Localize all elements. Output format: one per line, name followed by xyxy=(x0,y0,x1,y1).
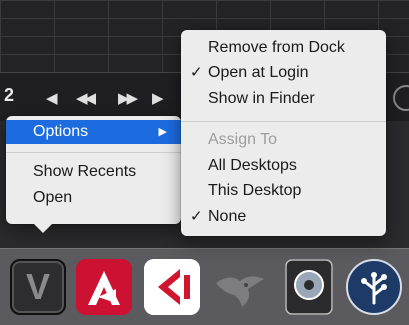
sourcetree-icon[interactable] xyxy=(346,259,402,315)
open-menu-item[interactable]: Open xyxy=(6,186,181,210)
red-arrow-app-icon[interactable] xyxy=(76,259,132,315)
show-recents-label: Show Recents xyxy=(33,163,137,180)
logic-pro-icon[interactable] xyxy=(285,259,333,315)
cubase-icon[interactable] xyxy=(144,259,200,315)
eagle-icon[interactable] xyxy=(212,259,268,315)
show-recents-menu-item[interactable]: Show Recents xyxy=(6,160,181,184)
v-letter: V xyxy=(25,266,50,307)
previous-marker-button[interactable]: ◀ xyxy=(46,89,57,107)
all-desktops-label: All Desktops xyxy=(208,157,297,174)
open-at-login-menu-item[interactable]: ✓ Open at Login xyxy=(181,61,386,85)
knob-icon[interactable] xyxy=(393,85,409,111)
menu-separator xyxy=(6,152,181,153)
options-menu-item[interactable]: Options ▶ xyxy=(6,120,181,144)
fast-forward-button[interactable]: ▶▶ xyxy=(118,89,138,107)
dock: V xyxy=(0,248,409,325)
this-desktop-menu-item[interactable]: This Desktop xyxy=(181,179,386,203)
dock-context-menu: Options ▶ Show Recents Open xyxy=(6,116,181,233)
show-in-finder-menu-item[interactable]: Show in Finder xyxy=(181,87,386,111)
red-arrow-glyph-icon xyxy=(76,259,132,315)
menu-separator xyxy=(181,121,386,122)
cubase-glyph-icon xyxy=(144,259,200,315)
none-menu-item[interactable]: ✓ None xyxy=(181,205,386,229)
show-in-finder-label: Show in Finder xyxy=(208,90,315,107)
checkmark-icon: ✓ xyxy=(190,208,203,225)
submenu-arrow-icon: ▶ xyxy=(158,126,167,138)
remove-from-dock-menu-item[interactable]: Remove from Dock xyxy=(181,36,386,60)
checkmark-icon: ✓ xyxy=(190,64,203,81)
logic-glyph-icon xyxy=(285,259,333,315)
none-label: None xyxy=(208,208,247,225)
open-at-login-label: Open at Login xyxy=(208,64,309,81)
eagle-glyph-icon xyxy=(216,276,264,307)
options-label: Options xyxy=(33,123,89,140)
assign-to-label: Assign To xyxy=(208,131,278,148)
tree-glyph-icon xyxy=(350,263,398,311)
assign-to-heading: Assign To xyxy=(181,128,386,152)
vst-v-icon[interactable]: V xyxy=(10,259,66,315)
next-marker-button[interactable]: ▶ xyxy=(152,89,163,107)
rewind-button[interactable]: ◀◀ xyxy=(76,89,96,107)
this-desktop-label: This Desktop xyxy=(208,182,302,199)
remove-from-dock-label: Remove from Dock xyxy=(208,39,345,56)
options-submenu: Remove from Dock ✓ Open at Login Show in… xyxy=(181,30,386,236)
open-label: Open xyxy=(33,189,73,206)
position-counter: 2 xyxy=(4,85,15,105)
all-desktops-menu-item[interactable]: All Desktops xyxy=(181,154,386,178)
